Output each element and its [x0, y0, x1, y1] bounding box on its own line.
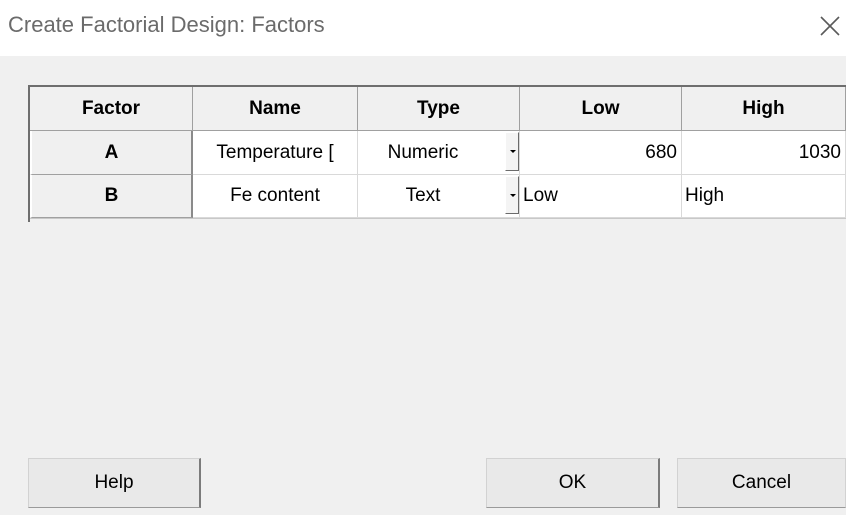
close-icon — [820, 16, 840, 36]
factor-b-type-value: Text — [405, 185, 441, 206]
factor-a-low-cell[interactable]: 680 — [520, 131, 682, 175]
row-header-a: A — [30, 131, 193, 175]
help-button[interactable]: Help — [28, 458, 201, 508]
factor-a-type-select[interactable]: Numeric — [358, 131, 520, 175]
dialog-title: Create Factorial Design: Factors — [8, 12, 325, 37]
chevron-down-icon — [510, 194, 516, 197]
factor-b-name-cell[interactable]: Fe content — [193, 175, 358, 218]
column-header-high: High — [682, 87, 846, 131]
column-header-low: Low — [520, 87, 682, 131]
factor-a-high-cell[interactable]: 1030 — [682, 131, 846, 175]
cancel-button[interactable]: Cancel — [677, 458, 846, 508]
column-header-factor: Factor — [30, 87, 193, 131]
close-button[interactable] — [812, 4, 846, 48]
factor-b-low-cell[interactable]: Low — [520, 175, 682, 218]
factor-b-type-dropdown-button[interactable] — [505, 176, 519, 214]
factor-a-type-dropdown-button[interactable] — [505, 132, 519, 171]
grid-bottom-border — [30, 218, 846, 219]
factor-b-type-select[interactable]: Text — [358, 175, 520, 218]
factor-b-high-cell[interactable]: High — [682, 175, 846, 218]
column-header-name: Name — [193, 87, 358, 131]
factors-grid: Factor Name Type Low High A Temperature … — [28, 85, 846, 222]
factor-a-type-value: Numeric — [387, 141, 459, 163]
ok-button[interactable]: OK — [486, 458, 660, 508]
title-bar: Create Factorial Design: Factors — [0, 0, 846, 56]
chevron-down-icon — [510, 150, 516, 153]
column-header-type: Type — [358, 87, 520, 131]
row-header-b: B — [30, 175, 193, 218]
factor-a-name-cell[interactable]: Temperature [ — [193, 131, 358, 175]
